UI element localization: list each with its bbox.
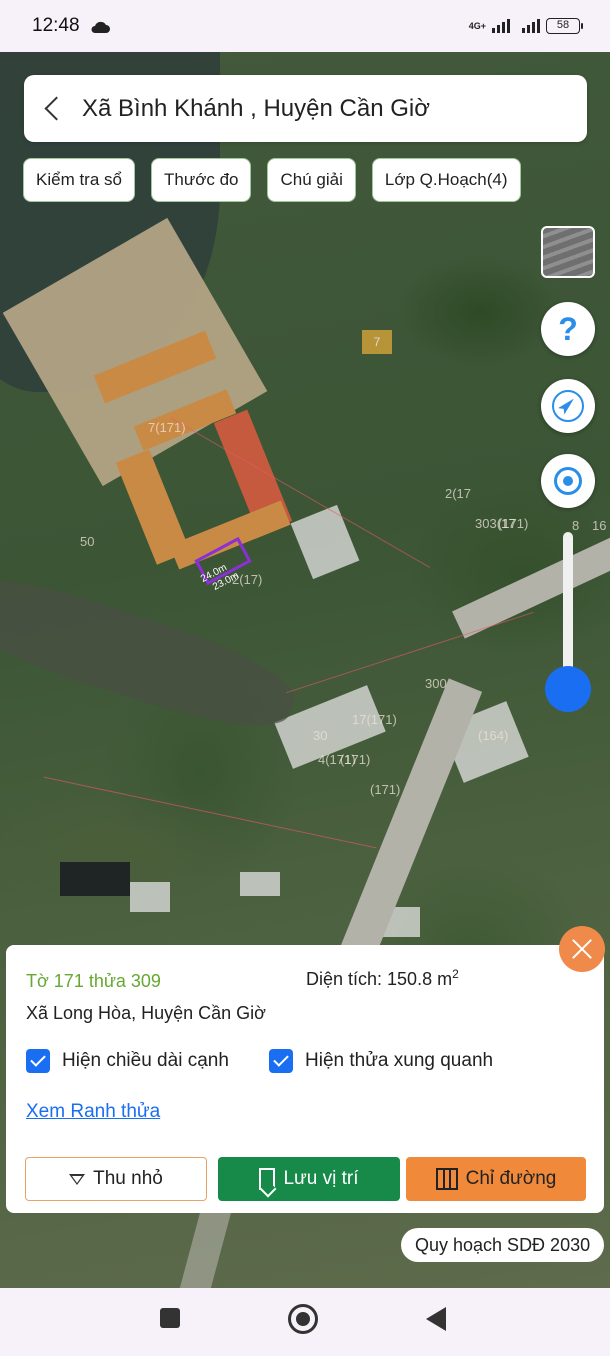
plot-label: (164) [478,728,509,743]
map-building [240,872,280,896]
show-edge-length-checkbox[interactable]: Hiện chiều dài cạnh [26,1049,229,1073]
plot-marker: 7 [362,330,392,354]
triangle-down-icon [69,1173,86,1185]
parcel-info-panel: Tờ 171 thửa 309 Diện tích: 150.8 m2 Xã L… [6,945,604,1213]
map-building [290,504,360,580]
toolbar-chips: Kiểm tra sổ Thước đo Chú giải Lớp Q.Hoạc… [23,158,521,202]
plot-label: (171) [370,782,401,797]
plot-label: (171) [498,516,529,531]
map-building [60,862,130,896]
planning-layer-badge[interactable]: Quy hoạch SDĐ 2030 [401,1228,605,1262]
checkbox-checked-icon[interactable] [26,1049,50,1073]
plot-label: (171) [340,752,371,767]
checkbox-label: Hiện thửa xung quanh [305,1050,494,1071]
my-location-button[interactable] [541,454,595,508]
save-location-label: Lưu vị trí [283,1168,359,1189]
check-book-button[interactable]: Kiểm tra sổ [23,158,135,202]
parcel-address: Xã Long Hòa, Huyện Cần Giờ [26,1003,266,1023]
map-boundary-line [286,611,534,694]
compass-button[interactable] [541,379,595,433]
map-building [130,882,170,912]
zoom-slider-thumb[interactable] [545,666,591,712]
back-arrow-icon[interactable] [42,94,64,124]
parcel-area-label: Diện tích: 150.8 m [306,969,453,989]
parcel-area: Diện tích: 150.8 m2 [306,967,459,990]
plot-label: 2(17 [445,486,472,501]
compass-icon [552,390,584,422]
view-boundary-link[interactable]: Xem Ranh thửa [26,1101,160,1123]
show-neighbors-checkbox[interactable]: Hiện thửa xung quanh [269,1049,493,1073]
cloud-icon [90,20,110,33]
plot-label: 8 [572,518,580,533]
signal-icon [492,19,510,33]
page-title: Xã Bình Khánh , Huyện Cần Giờ [82,94,430,122]
map-boundary-line [43,776,377,849]
help-icon: ? [558,310,578,347]
area-unit-exponent: 2 [452,967,459,981]
location-header: Xã Bình Khánh , Huyện Cần Giờ [24,75,587,142]
directions-label: Chỉ đường [465,1168,557,1189]
plot-label: 300 [425,676,447,691]
planning-layer-button[interactable]: Lớp Q.Hoạch(4) [371,158,521,202]
system-nav-bar [0,1288,610,1356]
plot-marker-label: 7 [373,335,381,349]
plot-label: 30 [313,728,328,743]
close-icon [571,938,593,960]
plot-label: 16 [592,518,607,533]
network-type: 4G+ [468,20,486,31]
directions-button[interactable]: Chỉ đường [406,1157,586,1201]
battery-icon: 58 [546,18,583,34]
minimize-button[interactable]: Thu nhỏ [25,1157,207,1201]
close-panel-button[interactable] [559,926,605,972]
map-layer-toggle[interactable] [541,226,595,278]
minimize-label: Thu nhỏ [93,1168,163,1189]
home-icon[interactable] [288,1304,318,1334]
help-button[interactable]: ? [541,302,595,356]
plot-label: 50 [80,534,95,549]
bookmark-icon [259,1168,276,1190]
plot-label: 7(171) [148,420,186,435]
checkbox-label: Hiện chiều dài cạnh [62,1050,229,1071]
plot-label: 17(171) [352,712,397,727]
checkbox-checked-icon[interactable] [269,1049,293,1073]
gps-target-icon [554,467,582,495]
back-triangle-icon[interactable] [426,1307,446,1331]
signal-icon-2 [522,19,540,33]
map-road [452,535,610,639]
recents-icon[interactable] [160,1308,180,1328]
save-location-button[interactable]: Lưu vị trí [218,1157,400,1201]
map-icon [435,1168,458,1190]
status-bar: 12:48 4G+ 58 [0,0,610,52]
parcel-id: Tờ 171 thửa 309 [26,971,161,991]
legend-button[interactable]: Chú giải [267,158,356,202]
status-time: 12:48 [32,15,80,36]
ruler-button[interactable]: Thước đo [150,158,252,202]
